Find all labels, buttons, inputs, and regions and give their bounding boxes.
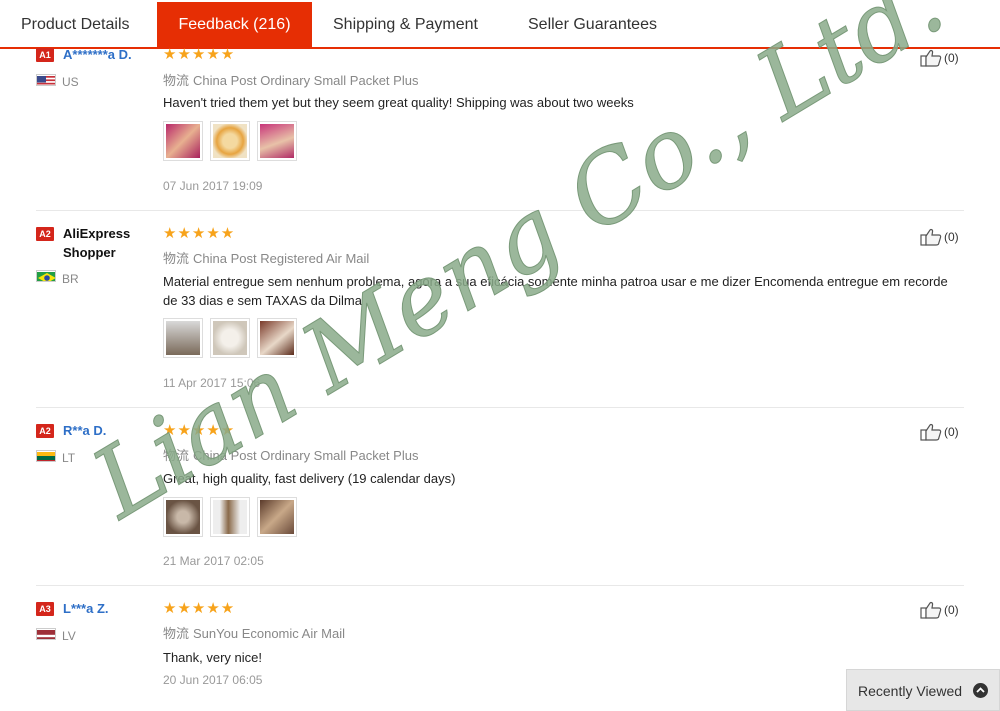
helpful-count: (0) (944, 230, 959, 244)
feedback-comment: Material entregue sem nenhum problema, a… (163, 274, 948, 308)
buyer-country: BR (62, 272, 79, 286)
helpful-count: (0) (944, 51, 959, 65)
feedback-comment: Haven't tried them yet but they seem gre… (163, 95, 634, 110)
helpful-button[interactable]: (0) (920, 423, 964, 441)
buyer-name[interactable]: L***a Z. (63, 601, 109, 616)
logistics-info: 物流 China Post Ordinary Small Packet Plus (163, 445, 418, 464)
lt-flag-icon (36, 450, 56, 462)
photo-thumbnail[interactable] (257, 497, 297, 537)
buyer-level-badge: A1 (36, 48, 54, 62)
rating-stars: ★★★★★ (163, 46, 236, 63)
logistics-method: China Post Ordinary Small Packet Plus (193, 448, 419, 463)
helpful-button[interactable]: (0) (920, 601, 964, 619)
br-flag-icon (36, 270, 56, 282)
feedback-comment: Thank, very nice! (163, 650, 262, 665)
thumbs-up-icon (920, 49, 942, 67)
thumbs-up-icon (920, 423, 942, 441)
helpful-button[interactable]: (0) (920, 49, 964, 67)
buyer-name[interactable]: R**a D. (63, 423, 106, 438)
feedback-date: 07 Jun 2017 19:09 (163, 179, 263, 193)
logistics-prefix: 物流 (163, 73, 190, 88)
feedback-item: A1 A*******a D. US ★★★★★ 物流 China Post Or… (36, 40, 964, 211)
buyer-country: LV (62, 629, 76, 643)
photo-thumbnail[interactable] (163, 121, 203, 161)
logistics-prefix: 物流 (163, 251, 190, 266)
buyer-country: LT (62, 451, 76, 465)
logistics-info: 物流 SunYou Economic Air Mail (163, 623, 345, 642)
photo-thumbnail[interactable] (210, 318, 250, 358)
logistics-method: China Post Ordinary Small Packet Plus (193, 73, 419, 88)
thumbs-up-icon (920, 601, 942, 619)
chevron-up-icon (973, 683, 988, 698)
us-flag-icon (36, 74, 56, 86)
feedback-date: 11 Apr 2017 15:06 (163, 376, 261, 390)
buyer-name: AliExpress Shopper (63, 226, 131, 260)
buyer-level-badge: A3 (36, 602, 54, 616)
feedback-date: 20 Jun 2017 06:05 (163, 673, 263, 687)
lv-flag-icon (36, 628, 56, 640)
logistics-method: SunYou Economic Air Mail (193, 626, 346, 641)
helpful-count: (0) (944, 603, 959, 617)
logistics-prefix: 物流 (163, 626, 190, 641)
photo-thumbnail[interactable] (163, 497, 203, 537)
photo-thumbnail[interactable] (257, 121, 297, 161)
photo-thumbnail[interactable] (210, 121, 250, 161)
feedback-item: A2 AliExpress Shopper BR ★★★★★ 物流 China P… (36, 211, 964, 408)
buyer-country: US (62, 75, 79, 89)
helpful-button[interactable]: (0) (920, 228, 964, 246)
logistics-method: China Post Registered Air Mail (193, 251, 370, 266)
rating-stars: ★★★★★ (163, 422, 236, 439)
feedback-date: 21 Mar 2017 02:05 (163, 554, 264, 568)
photo-thumbnail[interactable] (163, 318, 203, 358)
recently-viewed-button[interactable]: Recently Viewed (846, 669, 1000, 711)
thumbs-up-icon (920, 228, 942, 246)
logistics-info: 物流 China Post Registered Air Mail (163, 248, 369, 267)
buyer-level-badge: A2 (36, 424, 54, 438)
feedback-item: A2 R**a D. LT ★★★★★ 物流 China Post Ordinar… (36, 408, 964, 586)
helpful-count: (0) (944, 425, 959, 439)
buyer-level-badge: A2 (36, 227, 54, 241)
feedback-comment: Great, high quality, fast delivery (19 c… (163, 471, 456, 486)
logistics-info: 物流 China Post Ordinary Small Packet Plus (163, 70, 418, 89)
rating-stars: ★★★★★ (163, 225, 236, 242)
feedback-item: A3 L***a Z. LV ★★★★★ 物流 SunYou Economic A… (36, 586, 964, 704)
buyer-name[interactable]: A*******a D. (63, 47, 132, 62)
photo-thumbnail[interactable] (257, 318, 297, 358)
recently-viewed-label: Recently Viewed (858, 683, 963, 699)
rating-stars: ★★★★★ (163, 600, 236, 617)
logistics-prefix: 物流 (163, 448, 190, 463)
photo-thumbnail[interactable] (210, 497, 250, 537)
